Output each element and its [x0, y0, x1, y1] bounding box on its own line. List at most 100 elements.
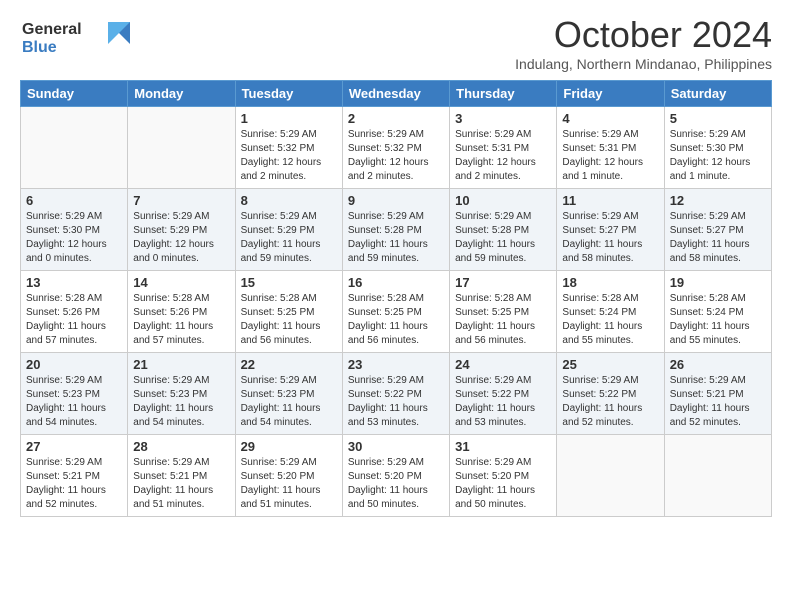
calendar-week-row: 27 Sunrise: 5:29 AMSunset: 5:21 PMDayligh… [21, 435, 772, 517]
cell-content: Sunrise: 5:29 AMSunset: 5:20 PMDaylight:… [455, 456, 551, 512]
day-number: 16 [348, 275, 444, 290]
table-row: 16 Sunrise: 5:28 AMSunset: 5:25 PMDayligh… [342, 271, 449, 353]
day-number: 5 [670, 111, 766, 126]
table-row: 9 Sunrise: 5:29 AMSunset: 5:28 PMDaylight… [342, 189, 449, 271]
cell-content: Sunrise: 5:29 AMSunset: 5:21 PMDaylight:… [133, 456, 229, 512]
location-subtitle: Indulang, Northern Mindanao, Philippines [515, 56, 772, 72]
header-wednesday: Wednesday [342, 81, 449, 107]
page-header: General Blue October 2024 Indulang, Nort… [0, 0, 792, 80]
cell-content: Sunrise: 5:29 AMSunset: 5:22 PMDaylight:… [562, 374, 658, 430]
day-number: 17 [455, 275, 551, 290]
logo-text: General Blue [20, 14, 130, 63]
table-row [664, 435, 771, 517]
day-number: 12 [670, 193, 766, 208]
day-number: 25 [562, 357, 658, 372]
table-row: 6Sunrise: 5:29 AMSunset: 5:30 PMDaylight… [21, 189, 128, 271]
calendar-week-row: 20 Sunrise: 5:29 AMSunset: 5:23 PMDayligh… [21, 353, 772, 435]
header-sunday: Sunday [21, 81, 128, 107]
table-row: 15Sunrise: 5:28 AMSunset: 5:25 PMDayligh… [235, 271, 342, 353]
day-number: 18 [562, 275, 658, 290]
calendar-week-row: 1 Sunrise: 5:29 AMSunset: 5:32 PMDaylight… [21, 107, 772, 189]
day-number: 31 [455, 439, 551, 454]
day-number: 29 [241, 439, 337, 454]
table-row: 12 Sunrise: 5:29 AMSunset: 5:27 PMDayligh… [664, 189, 771, 271]
cell-content: Sunrise: 5:28 AMSunset: 5:24 PMDaylight:… [562, 292, 658, 348]
cell-content: Sunrise: 5:28 AMSunset: 5:24 PMDaylight:… [670, 292, 766, 348]
cell-content: Sunrise: 5:29 AMSunset: 5:21 PMDaylight:… [670, 374, 766, 430]
table-row: 26 Sunrise: 5:29 AMSunset: 5:21 PMDayligh… [664, 353, 771, 435]
table-row: 29 Sunrise: 5:29 AMSunset: 5:20 PMDayligh… [235, 435, 342, 517]
cell-content: Sunrise: 5:29 AMSunset: 5:22 PMDaylight:… [348, 374, 444, 430]
header-row: Sunday Monday Tuesday Wednesday Thursday… [21, 81, 772, 107]
svg-text:Blue: Blue [22, 39, 57, 56]
table-row: 10 Sunrise: 5:29 AMSunset: 5:28 PMDayligh… [450, 189, 557, 271]
calendar-table: Sunday Monday Tuesday Wednesday Thursday… [20, 80, 772, 517]
day-number: 27 [26, 439, 122, 454]
header-friday: Friday [557, 81, 664, 107]
svg-text:General: General [22, 21, 82, 38]
table-row: 30Sunrise: 5:29 AMSunset: 5:20 PMDayligh… [342, 435, 449, 517]
day-number: 10 [455, 193, 551, 208]
cell-content: Sunrise: 5:29 AMSunset: 5:31 PMDaylight:… [455, 128, 551, 184]
day-number: 9 [348, 193, 444, 208]
table-row [128, 107, 235, 189]
day-number: 15 [241, 275, 337, 290]
logo: General Blue [20, 14, 130, 63]
table-row: 22Sunrise: 5:29 AMSunset: 5:23 PMDayligh… [235, 353, 342, 435]
day-number: 4 [562, 111, 658, 126]
table-row: 7Sunrise: 5:29 AMSunset: 5:29 PMDaylight… [128, 189, 235, 271]
table-row: 24 Sunrise: 5:29 AMSunset: 5:22 PMDayligh… [450, 353, 557, 435]
table-row: 23Sunrise: 5:29 AMSunset: 5:22 PMDayligh… [342, 353, 449, 435]
table-row: 13 Sunrise: 5:28 AMSunset: 5:26 PMDayligh… [21, 271, 128, 353]
header-tuesday: Tuesday [235, 81, 342, 107]
day-number: 19 [670, 275, 766, 290]
day-number: 7 [133, 193, 229, 208]
day-number: 14 [133, 275, 229, 290]
month-title: October 2024 [515, 14, 772, 56]
cell-content: Sunrise: 5:29 AMSunset: 5:22 PMDaylight:… [455, 374, 551, 430]
day-number: 22 [241, 357, 337, 372]
day-number: 26 [670, 357, 766, 372]
table-row [557, 435, 664, 517]
cell-content: Sunrise: 5:29 AMSunset: 5:28 PMDaylight:… [348, 210, 444, 266]
day-number: 1 [241, 111, 337, 126]
day-number: 2 [348, 111, 444, 126]
cell-content: Sunrise: 5:28 AMSunset: 5:26 PMDaylight:… [26, 292, 122, 348]
cell-content: Sunrise: 5:29 AMSunset: 5:20 PMDaylight:… [241, 456, 337, 512]
cell-content: Sunrise: 5:29 AMSunset: 5:27 PMDaylight:… [670, 210, 766, 266]
table-row: 19 Sunrise: 5:28 AMSunset: 5:24 PMDayligh… [664, 271, 771, 353]
cell-content: Sunrise: 5:29 AMSunset: 5:32 PMDaylight:… [241, 128, 337, 184]
calendar-week-row: 13 Sunrise: 5:28 AMSunset: 5:26 PMDayligh… [21, 271, 772, 353]
table-row: 8Sunrise: 5:29 AMSunset: 5:29 PMDaylight… [235, 189, 342, 271]
cell-content: Sunrise: 5:29 AMSunset: 5:23 PMDaylight:… [26, 374, 122, 430]
table-row: 1 Sunrise: 5:29 AMSunset: 5:32 PMDaylight… [235, 107, 342, 189]
day-number: 13 [26, 275, 122, 290]
cell-content: Sunrise: 5:28 AMSunset: 5:26 PMDaylight:… [133, 292, 229, 348]
table-row: 27Sunrise: 5:29 AMSunset: 5:21 PMDayligh… [21, 435, 128, 517]
cell-content: Sunrise: 5:29 AMSunset: 5:30 PMDaylight:… [670, 128, 766, 184]
table-row: 31 Sunrise: 5:29 AMSunset: 5:20 PMDayligh… [450, 435, 557, 517]
cell-content: Sunrise: 5:29 AMSunset: 5:30 PMDaylight:… [26, 210, 122, 266]
table-row: 3Sunrise: 5:29 AMSunset: 5:31 PMDaylight… [450, 107, 557, 189]
table-row: 20 Sunrise: 5:29 AMSunset: 5:23 PMDayligh… [21, 353, 128, 435]
table-row: 18 Sunrise: 5:28 AMSunset: 5:24 PMDayligh… [557, 271, 664, 353]
cell-content: Sunrise: 5:29 AMSunset: 5:23 PMDaylight:… [133, 374, 229, 430]
cell-content: Sunrise: 5:29 AMSunset: 5:31 PMDaylight:… [562, 128, 658, 184]
cell-content: Sunrise: 5:29 AMSunset: 5:27 PMDaylight:… [562, 210, 658, 266]
table-row: 28Sunrise: 5:29 AMSunset: 5:21 PMDayligh… [128, 435, 235, 517]
table-row: 17 Sunrise: 5:28 AMSunset: 5:25 PMDayligh… [450, 271, 557, 353]
calendar-week-row: 6Sunrise: 5:29 AMSunset: 5:30 PMDaylight… [21, 189, 772, 271]
day-number: 20 [26, 357, 122, 372]
header-saturday: Saturday [664, 81, 771, 107]
header-thursday: Thursday [450, 81, 557, 107]
header-monday: Monday [128, 81, 235, 107]
table-row: 4 Sunrise: 5:29 AMSunset: 5:31 PMDaylight… [557, 107, 664, 189]
cell-content: Sunrise: 5:29 AMSunset: 5:20 PMDaylight:… [348, 456, 444, 512]
table-row: 25 Sunrise: 5:29 AMSunset: 5:22 PMDayligh… [557, 353, 664, 435]
table-row: 5 Sunrise: 5:29 AMSunset: 5:30 PMDaylight… [664, 107, 771, 189]
day-number: 8 [241, 193, 337, 208]
cell-content: Sunrise: 5:28 AMSunset: 5:25 PMDaylight:… [348, 292, 444, 348]
day-number: 24 [455, 357, 551, 372]
cell-content: Sunrise: 5:29 AMSunset: 5:28 PMDaylight:… [455, 210, 551, 266]
cell-content: Sunrise: 5:28 AMSunset: 5:25 PMDaylight:… [455, 292, 551, 348]
